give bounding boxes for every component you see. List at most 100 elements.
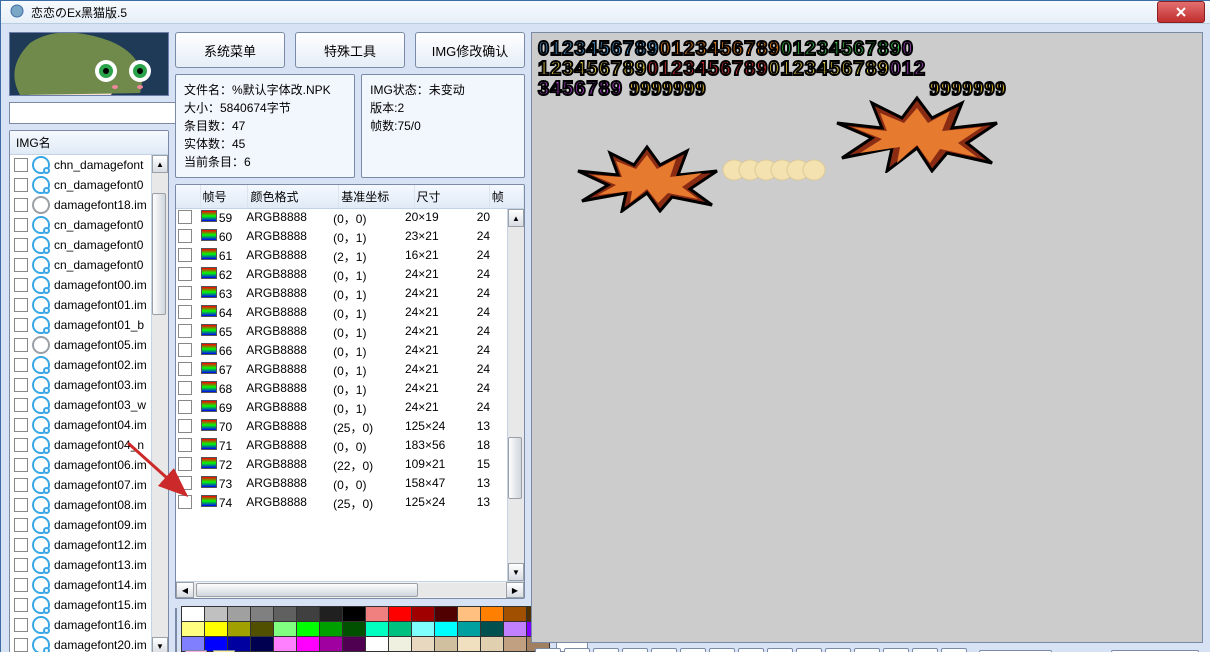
color-swatch[interactable] xyxy=(411,606,435,622)
color-swatch[interactable] xyxy=(273,606,297,622)
table-row[interactable]: 66ARGB8888(0，1)24×2124 xyxy=(176,342,507,361)
color-swatch[interactable] xyxy=(503,606,527,622)
col-format[interactable]: 颜色格式 xyxy=(248,185,339,208)
list-item[interactable]: chn_damagefont xyxy=(10,155,151,175)
close-button[interactable] xyxy=(1157,1,1205,23)
table-row[interactable]: 63ARGB8888(0，1)24×2124 xyxy=(176,285,507,304)
list-item[interactable]: damagefont12.im xyxy=(10,535,151,555)
pencil-icon[interactable]: ✎ xyxy=(796,648,822,652)
color-swatch[interactable] xyxy=(273,621,297,637)
color-swatch[interactable] xyxy=(204,606,228,622)
list-item[interactable]: cn_damagefont0 xyxy=(10,215,151,235)
table-vscroll[interactable]: ▲ ▼ xyxy=(507,209,524,581)
list-item[interactable]: damagefont05.im xyxy=(10,335,151,355)
scroll-up-icon[interactable]: ▲ xyxy=(152,155,168,173)
color-swatch[interactable] xyxy=(227,621,251,637)
color-swatch[interactable] xyxy=(365,606,389,622)
list-item[interactable]: damagefont04.im xyxy=(10,415,151,435)
list-item[interactable]: damagefont08.im xyxy=(10,495,151,515)
color-swatch[interactable] xyxy=(434,621,458,637)
list-item[interactable]: damagefont02.im xyxy=(10,355,151,375)
color-swatch[interactable] xyxy=(181,621,205,637)
col-size[interactable]: 尺寸 xyxy=(415,185,490,208)
palette-add-button[interactable]: + xyxy=(185,650,207,652)
picker-icon[interactable]: ✍ xyxy=(912,648,938,652)
table-row[interactable]: 69ARGB8888(0，1)24×2124 xyxy=(176,399,507,418)
tile-icon[interactable]: ▤ xyxy=(564,648,590,652)
table-row[interactable]: 65ARGB8888(0，1)24×2124 xyxy=(176,323,507,342)
table-row[interactable]: 59ARGB8888(0，0)20×1920 xyxy=(176,209,507,228)
list-item[interactable]: damagefont15.im xyxy=(10,595,151,615)
list-item[interactable]: damagefont01_b xyxy=(10,315,151,335)
color-swatch[interactable] xyxy=(480,606,504,622)
list-item[interactable]: damagefont03.im xyxy=(10,375,151,395)
color-swatch[interactable] xyxy=(204,621,228,637)
table-row[interactable]: 60ARGB8888(0，1)23×2124 xyxy=(176,228,507,247)
color-swatch[interactable] xyxy=(250,621,274,637)
list-item[interactable]: damagefont18.im xyxy=(10,195,151,215)
list-item[interactable]: damagefont04_n xyxy=(10,435,151,455)
color-swatch[interactable] xyxy=(342,606,366,622)
fill-icon[interactable]: 🪣 xyxy=(941,648,967,652)
grid-icon[interactable]: ▦ xyxy=(535,648,561,652)
table-row[interactable]: 72ARGB8888(22，0)109×2115 xyxy=(176,456,507,475)
list-item[interactable]: damagefont01.im xyxy=(10,295,151,315)
setup-icon[interactable]: ⚒ xyxy=(651,648,677,652)
system-menu-button[interactable]: 系统菜单 xyxy=(175,32,285,68)
color-swatch[interactable] xyxy=(457,621,481,637)
color-swatch[interactable] xyxy=(342,621,366,637)
col-frame-no[interactable]: 帧号 xyxy=(201,185,249,208)
color-swatch[interactable] xyxy=(480,621,504,637)
color-swatch[interactable] xyxy=(250,606,274,622)
preview-canvas[interactable]: 0123456789012345678901234567890 12345678… xyxy=(531,32,1203,643)
list-item[interactable]: cn_damagefont0 xyxy=(10,235,151,255)
color-swatch[interactable] xyxy=(457,606,481,622)
color-swatch[interactable] xyxy=(227,606,251,622)
color-swatch[interactable] xyxy=(365,621,389,637)
list-item[interactable]: damagefont06.im xyxy=(10,455,151,475)
special-tools-button[interactable]: 特殊工具 xyxy=(295,32,405,68)
list-item[interactable]: damagefont20.im xyxy=(10,635,151,652)
select-icon[interactable]: ⬚ xyxy=(738,648,764,652)
list-item[interactable]: damagefont03_w xyxy=(10,395,151,415)
table-row[interactable]: 61ARGB8888(2，1)16×2124 xyxy=(176,247,507,266)
list-item[interactable]: damagefont16.im xyxy=(10,615,151,635)
list-item[interactable]: damagefont13.im xyxy=(10,555,151,575)
table-row[interactable]: 67ARGB8888(0，1)24×2124 xyxy=(176,361,507,380)
col-w[interactable]: 帧 xyxy=(490,185,524,208)
cat-icon[interactable]: 🐱 xyxy=(622,648,648,652)
img-list[interactable]: chn_damagefontcn_damagefont0damagefont18… xyxy=(10,155,151,652)
color-swatch[interactable] xyxy=(388,621,412,637)
table-row[interactable]: 71ARGB8888(0，0)183×5618 xyxy=(176,437,507,456)
vscrollbar[interactable]: ▲ ▼ xyxy=(151,155,168,652)
list-item[interactable]: damagefont14.im xyxy=(10,575,151,595)
crop-icon[interactable]: ✂ xyxy=(767,648,793,652)
zoom-icon[interactable]: 🔍 xyxy=(709,648,735,652)
color-swatch[interactable] xyxy=(411,621,435,637)
table-hscroll[interactable]: ◀ ▶ xyxy=(176,581,524,598)
color-swatch[interactable] xyxy=(296,621,320,637)
list-item[interactable]: damagefont09.im xyxy=(10,515,151,535)
palette-remove-button[interactable]: − xyxy=(213,650,235,652)
cloud-icon[interactable]: ☁ xyxy=(680,648,706,652)
list-item[interactable]: damagefont00.im xyxy=(10,275,151,295)
color-palette[interactable] xyxy=(181,606,548,650)
table-row[interactable]: 64ARGB8888(0，1)24×2124 xyxy=(176,304,507,323)
table-row[interactable]: 68ARGB8888(0，1)24×2124 xyxy=(176,380,507,399)
table-row[interactable]: 73ARGB8888(0，0)158×4713 xyxy=(176,475,507,494)
color-swatch[interactable] xyxy=(181,606,205,622)
color-swatch[interactable] xyxy=(503,621,527,637)
line-icon[interactable]: ／ xyxy=(825,648,851,652)
kbd-icon[interactable]: ⌨ xyxy=(593,648,619,652)
color-swatch[interactable] xyxy=(434,606,458,622)
list-item[interactable]: damagefont07.im xyxy=(10,475,151,495)
table-row[interactable]: 74ARGB8888(25，0)125×2413 xyxy=(176,494,507,513)
table-row[interactable]: 62ARGB8888(0，1)24×2124 xyxy=(176,266,507,285)
color-swatch[interactable] xyxy=(388,606,412,622)
list-item[interactable]: cn_damagefont0 xyxy=(10,255,151,275)
color-swatch[interactable] xyxy=(319,606,343,622)
color-swatch[interactable] xyxy=(296,606,320,622)
col-base[interactable]: 基准坐标 xyxy=(339,185,414,208)
search-input[interactable] xyxy=(9,102,196,124)
rect-icon[interactable]: ▭ xyxy=(854,648,880,652)
